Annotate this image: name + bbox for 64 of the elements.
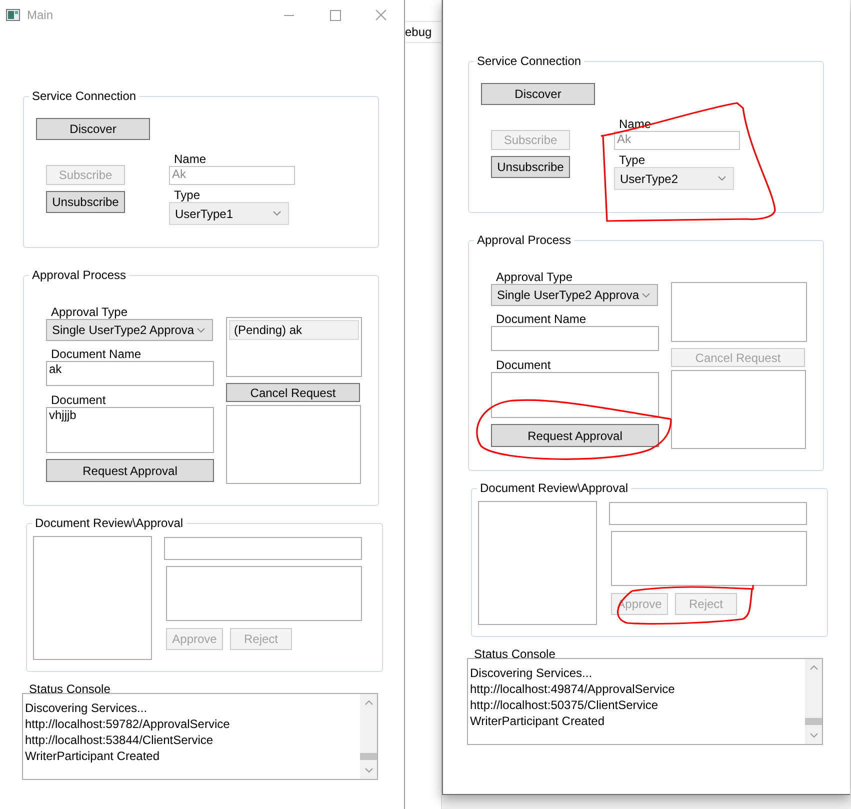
field-label: Document Name [51,347,142,361]
group-title: Document Review\Approval [477,481,632,495]
button[interactable]: Request Approval [491,424,659,447]
field-label: Document [51,393,107,407]
list-box[interactable] [478,501,597,625]
chevron-down-icon [273,211,281,216]
button[interactable]: Cancel Request [226,383,360,402]
group-title: Approval Process [29,268,130,282]
menu-text: ebug [405,22,441,43]
console-line: WriterParticipant Created [470,713,606,729]
input-field[interactable] [491,326,659,351]
text-area[interactable] [166,566,362,621]
dropdown[interactable]: Single UserType2 Approva [491,284,658,306]
list-box[interactable] [226,405,361,484]
field-label: Name [174,152,208,166]
field-label: Approval Type [496,270,574,284]
field-label: Document Name [496,312,588,326]
button[interactable]: Request Approval [46,459,214,482]
scrollbar-thumb[interactable] [805,718,822,725]
console-title: Status Console [29,682,112,696]
chevron-down-icon [197,328,205,332]
scrollbar-thumb[interactable] [360,753,377,760]
console-line: http://localhost:50375/ClientService [470,697,660,713]
chevron-down-icon[interactable] [810,733,818,738]
button[interactable]: Unsubscribe [46,191,125,213]
group-title: Approval Process [474,233,574,247]
list-item[interactable]: (Pending) ak [229,320,359,340]
field-label: Type [174,188,202,202]
console-line: http://localhost:59782/ApprovalService [25,716,231,732]
field-label: Approval Type [51,305,128,319]
list-box[interactable] [33,536,152,660]
chevron-up-icon[interactable] [810,665,818,670]
field-label: Document [496,358,552,372]
input-field[interactable] [164,537,362,560]
group-title: Document Review\Approval [32,516,186,530]
scrollbar[interactable] [805,659,822,744]
input-field[interactable] [609,502,807,525]
console-line: http://localhost:53844/ClientService [25,732,214,748]
list-box[interactable] [671,282,807,342]
console-line: http://localhost:49874/ApprovalService [470,681,676,697]
button[interactable]: Unsubscribe [491,156,570,178]
app-icon [6,9,20,21]
chevron-down-icon [718,176,726,181]
field-label: Type [619,153,646,167]
text-area[interactable]: vhjjjb [46,407,214,453]
text-area[interactable] [491,372,659,418]
list-box[interactable] [671,370,806,449]
chevron-up-icon[interactable] [364,700,372,705]
console-line: Discovering Services... [470,665,594,681]
scrollbar[interactable] [360,694,377,779]
console-line: Discovering Services... [25,700,148,716]
chevron-down-icon [642,292,650,298]
chevron-down-icon[interactable] [364,768,372,773]
console-title: Status Console [474,647,556,661]
button[interactable]: Discover [481,83,595,105]
input-field[interactable]: ak [46,361,214,386]
group-title: Service Connection [474,54,584,68]
group-title: Service Connection [29,89,140,103]
window-title: Main [27,7,54,24]
button[interactable]: Discover [36,118,150,140]
dropdown[interactable]: Single UserType2 Approva [46,319,213,341]
list-box[interactable]: (Pending) ak [226,317,362,377]
console-line: WriterParticipant Created [25,748,160,764]
text-area[interactable] [611,531,807,586]
